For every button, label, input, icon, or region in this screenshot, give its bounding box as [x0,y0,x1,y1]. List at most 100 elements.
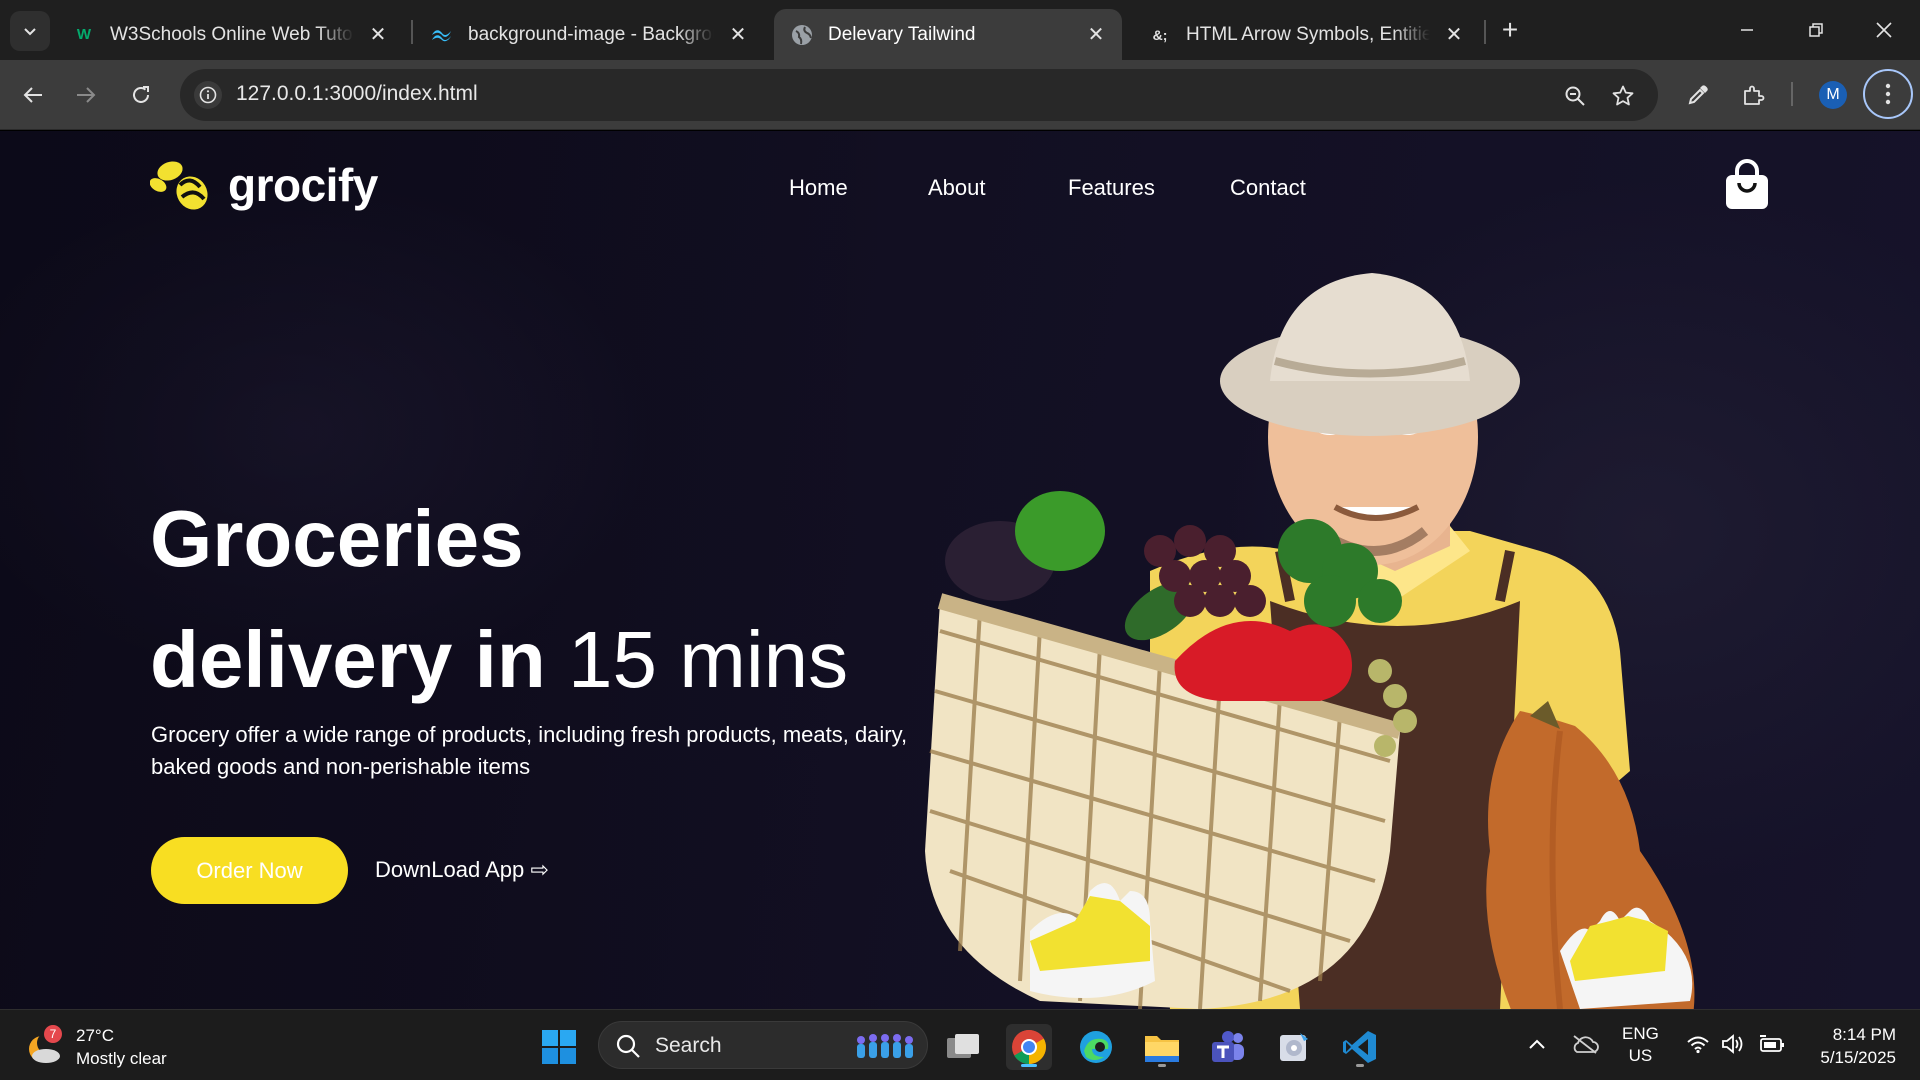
reload-button[interactable] [123,77,159,113]
url-text[interactable]: 127.0.0.1:3000/index.html [236,82,478,106]
site-info-icon[interactable] [194,81,222,109]
download-app-link[interactable]: DownLoad App ⇨ [375,857,549,883]
close-icon[interactable]: ✕ [1084,23,1108,47]
vscode-icon [1343,1031,1376,1063]
lang-line1: ENG [1622,1024,1659,1043]
onedrive-status-icon[interactable] [1568,1024,1602,1064]
search-label: Search [655,1034,722,1057]
nav-about[interactable]: About [928,175,986,201]
nav-home[interactable]: Home [789,175,848,201]
bee-logo-icon [150,161,208,210]
back-button[interactable] [15,77,51,113]
tab-divider [411,20,413,44]
tab-search-button[interactable] [10,11,50,51]
hero-headline-bold: delivery in [150,615,546,704]
taskbar-search[interactable]: Search [598,1021,928,1069]
weather-widget[interactable]: 7 27°C Mostly clear [26,1024,167,1070]
language-indicator[interactable]: ENG US [1622,1023,1659,1067]
windows-logo-icon [542,1030,576,1064]
restore-button[interactable] [1794,12,1838,48]
forward-button[interactable] [68,77,104,113]
chevron-down-icon [24,28,36,36]
tab-html-arrows[interactable]: &; HTML Arrow Symbols, Entities and ✕ [1132,9,1480,60]
task-view-icon [947,1034,979,1058]
chevron-up-icon [1529,1039,1545,1049]
close-icon [1876,22,1892,38]
reload-icon [133,86,149,103]
arrow-left-icon [23,87,42,103]
hero-headline-line2: delivery in 15 mins [150,620,848,700]
toolbar-divider [1791,82,1793,106]
tab-divider [1484,20,1486,44]
profile-avatar[interactable]: M [1819,81,1847,109]
taskbar-task-view[interactable] [940,1024,986,1070]
browser-toolbar: 127.0.0.1:3000/index.html M [0,60,1920,130]
weather-badge: 7 [44,1025,62,1043]
lang-line2: US [1628,1046,1653,1065]
shopping-bag-icon[interactable] [1724,159,1770,211]
tab-bar: W W3Schools Online Web Tutorials ✕ backg… [0,0,1920,60]
weather-moon-icon: 7 [26,1025,62,1065]
clock-time: 8:14 PM [1832,1025,1896,1044]
order-now-button[interactable]: Order Now [151,837,348,904]
taskbar-teams[interactable] [1205,1024,1251,1070]
taskbar-chrome[interactable] [1006,1024,1052,1070]
battery-icon[interactable] [1755,1024,1789,1064]
address-bar[interactable]: 127.0.0.1:3000/index.html [180,69,1658,121]
clock[interactable]: 8:14 PM 5/15/2025 [1800,1023,1896,1069]
tab-title: background-image - Background [468,23,714,45]
weather-temp: 27°C [76,1026,114,1045]
minimize-button[interactable] [1725,12,1769,48]
nav-contact[interactable]: Contact [1230,175,1306,201]
logo-text: grocify [228,159,378,211]
w3schools-icon: W [76,26,92,43]
site-logo[interactable]: grocify [150,157,378,213]
teams-icon [1212,1031,1244,1062]
tab-delevary-tailwind[interactable]: Delevary Tailwind ✕ [774,9,1122,60]
tab-w3schools[interactable]: W W3Schools Online Web Tutorials ✕ [56,9,404,60]
bookmark-star-icon[interactable] [1608,81,1638,111]
windows-taskbar: 7 27°C Mostly clear Search ENG US 8:14 P… [0,1009,1920,1080]
eyedropper-icon[interactable] [1680,77,1716,113]
close-icon[interactable]: ✕ [366,23,390,47]
open-indicator [1158,1064,1166,1067]
tab-title: W3Schools Online Web Tutorials [110,23,354,45]
weather-desc: Mostly clear [76,1049,167,1068]
search-highlight-icon [857,1034,913,1058]
close-icon[interactable]: ✕ [1442,23,1466,47]
taskbar-file-explorer[interactable] [1139,1024,1185,1070]
restore-icon [1809,23,1823,37]
taskbar-vscode[interactable] [1337,1024,1383,1070]
volume-icon[interactable] [1718,1024,1748,1064]
arrow-right-icon [77,87,96,103]
installer-icon [1280,1033,1308,1061]
extensions-icon[interactable] [1735,77,1771,113]
hero-description: Grocery offer a wide range of products, … [151,722,908,779]
active-indicator [1021,1064,1037,1067]
taskbar-installer[interactable] [1271,1024,1317,1070]
show-hidden-icons-button[interactable] [1522,1024,1552,1064]
zoom-icon[interactable] [1560,81,1590,111]
minimize-icon [1741,29,1753,31]
wifi-icon[interactable] [1683,1024,1713,1064]
globe-icon [790,23,814,47]
close-icon[interactable]: ✕ [726,23,750,47]
tab-tailwind[interactable]: background-image - Background ✕ [414,9,764,60]
open-indicator [1356,1064,1364,1067]
hero-headline-line1: Groceries [150,494,524,583]
clock-date: 5/15/2025 [1820,1048,1896,1067]
nav-features[interactable]: Features [1068,175,1155,201]
close-window-button[interactable] [1862,12,1906,48]
folder-icon [1145,1036,1179,1062]
start-button[interactable] [536,1024,582,1070]
tab-title: Delevary Tailwind [828,23,976,45]
browser-menu-button[interactable] [1863,69,1913,119]
chrome-icon [1012,1030,1046,1064]
edge-icon [1080,1031,1112,1063]
taskbar-edge[interactable] [1073,1024,1119,1070]
tailwind-icon [430,23,454,47]
hero-headline-light: 15 mins [567,615,849,704]
webpage: grocify Home About Features Contact Groc… [0,131,1920,1009]
new-tab-button[interactable]: + [1494,14,1526,46]
entities-icon: &; [1152,26,1168,43]
